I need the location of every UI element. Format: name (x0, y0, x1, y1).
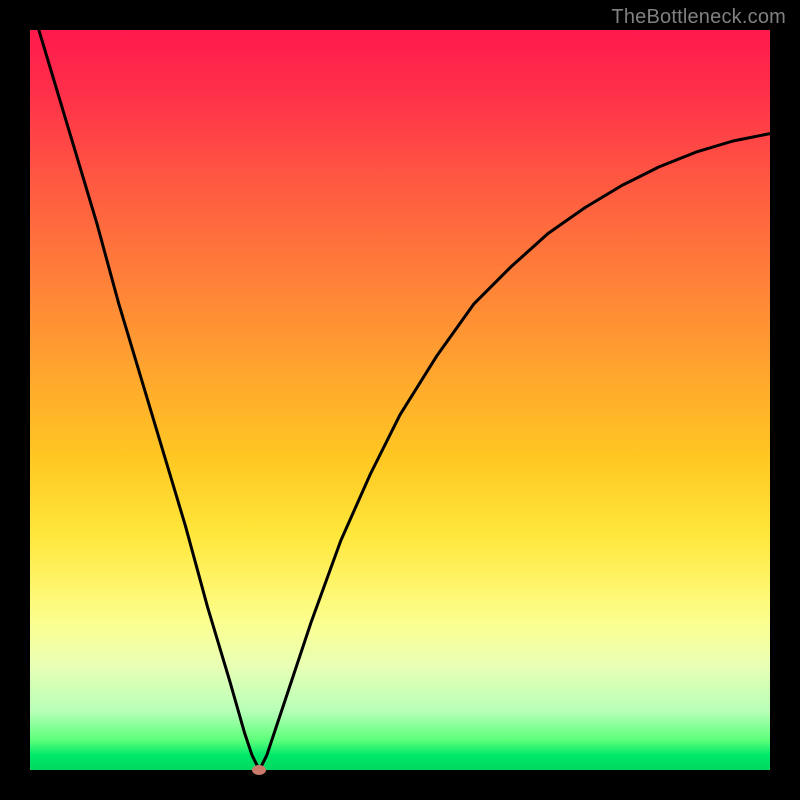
chart-frame: TheBottleneck.com (0, 0, 800, 800)
minimum-dot (252, 765, 266, 775)
bottleneck-curve (30, 30, 770, 770)
watermark-text: TheBottleneck.com (611, 6, 786, 29)
plot-area (30, 30, 770, 770)
